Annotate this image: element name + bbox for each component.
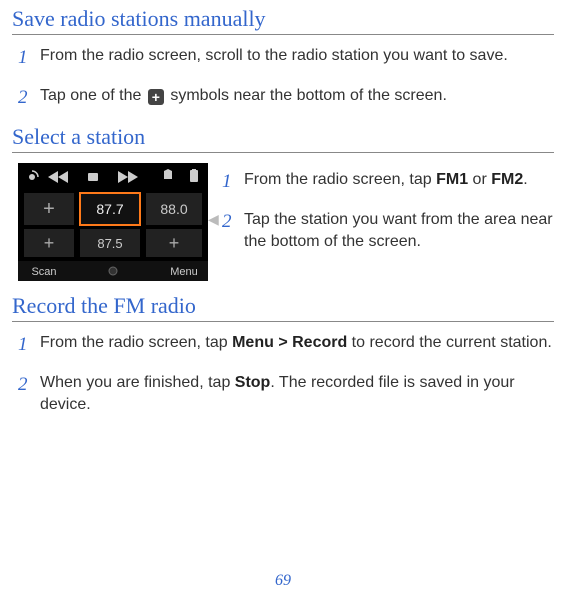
chevron-left-icon: ◀ xyxy=(208,211,219,228)
select-step-2: 2 Tap the station you want from the area… xyxy=(222,209,554,252)
svg-text:+: + xyxy=(43,198,55,220)
step-text: When you are finished, tap Stop. The rec… xyxy=(40,372,554,415)
scan-label: Scan xyxy=(31,266,56,278)
text-segment: When you are finished, tap xyxy=(40,374,235,391)
radio-svg-icon: + 87.7 88.0 + 87.5 + Scan Menu xyxy=(18,163,208,281)
page-number: 69 xyxy=(0,572,566,590)
menu-label: Menu xyxy=(170,266,198,278)
heading-select-station: Select a station xyxy=(12,124,554,153)
step-number: 1 xyxy=(18,45,40,71)
step-text: Tap the station you want from the area n… xyxy=(244,209,554,252)
record-step-1: 1 From the radio screen, tap Menu > Reco… xyxy=(18,332,554,358)
text-segment: Tap one of the xyxy=(40,87,146,104)
step-text: From the radio screen, tap Menu > Record… xyxy=(40,332,554,354)
text-segment: or xyxy=(468,171,491,188)
preset-freq-1: 87.7 xyxy=(96,201,123,217)
fm2-label: FM2 xyxy=(491,171,523,188)
save-step-1: 1 From the radio screen, scroll to the r… xyxy=(18,45,554,71)
stop-bold: Stop xyxy=(235,374,271,391)
text-segment: to record the current station. xyxy=(347,334,552,351)
step-number: 1 xyxy=(222,169,244,195)
step-number: 1 xyxy=(18,332,40,358)
text-segment: From the radio screen, tap xyxy=(244,171,436,188)
step-number: 2 xyxy=(18,372,40,398)
step-text: From the radio screen, scroll to the rad… xyxy=(40,45,554,67)
menu-bold: Menu xyxy=(232,334,274,351)
radio-screenshot: + 87.7 88.0 + 87.5 + Scan Menu xyxy=(18,163,208,281)
select-side-by-side: + 87.7 88.0 + 87.5 + Scan Menu 1 From th… xyxy=(18,163,554,281)
step-text: From the radio screen, tap FM1 or FM2. xyxy=(244,169,554,191)
plus-icon: + xyxy=(148,89,164,105)
step-text: Tap one of the + symbols near the bottom… xyxy=(40,85,554,107)
text-segment: symbols near the bottom of the screen. xyxy=(170,87,447,104)
text-segment: From the radio screen, tap xyxy=(40,334,232,351)
record-bold: Record xyxy=(292,334,347,351)
record-step-2: 2 When you are finished, tap Stop. The r… xyxy=(18,372,554,415)
gt-bold: > xyxy=(274,334,292,351)
heading-save-stations: Save radio stations manually xyxy=(12,6,554,35)
preset-freq-2: 88.0 xyxy=(160,201,187,217)
step-number: 2 xyxy=(18,85,40,111)
save-step-2: 2 Tap one of the + symbols near the bott… xyxy=(18,85,554,111)
text-segment: . xyxy=(523,171,527,188)
step-number: 2 xyxy=(222,209,244,235)
svg-text:+: + xyxy=(44,233,55,253)
fm1-label: FM1 xyxy=(436,171,468,188)
heading-record-fm: Record the FM radio xyxy=(12,293,554,322)
select-step-1: 1 From the radio screen, tap FM1 or FM2. xyxy=(222,169,554,195)
preset-freq-3: 87.5 xyxy=(97,236,122,251)
svg-text:+: + xyxy=(169,233,180,253)
